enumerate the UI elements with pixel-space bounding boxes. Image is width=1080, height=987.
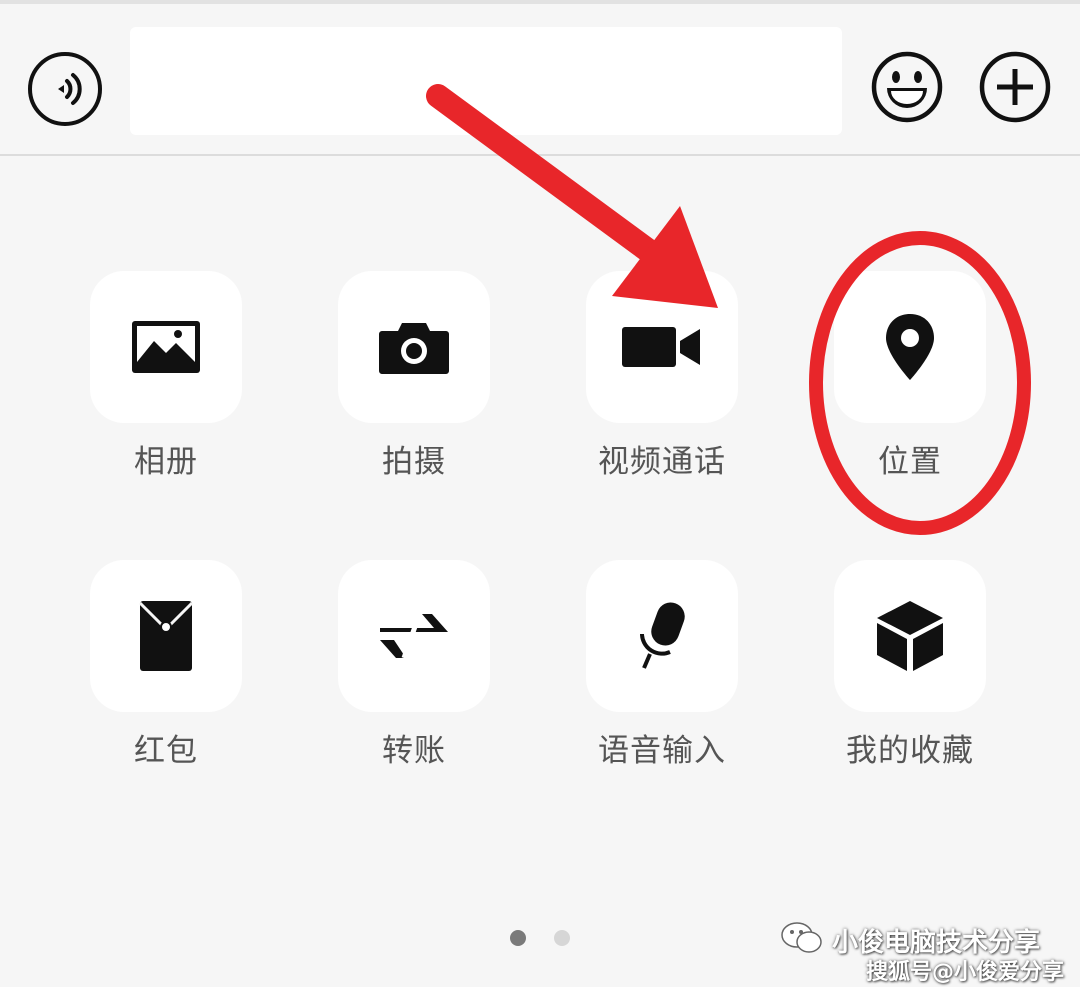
page-dot-2[interactable] [554,930,570,946]
video-call-icon [622,327,700,367]
red-envelope-label: 红包 [134,733,198,769]
favorites-label: 我的收藏 [846,733,974,769]
microphone-icon [640,602,685,669]
camera-button[interactable] [338,271,490,423]
camera-icon [379,323,449,374]
voice-input-label: 语音输入 [598,733,726,769]
favorites-button[interactable] [834,560,986,712]
video-call-label: 视频通话 [598,444,726,480]
transfer-label: 转账 [382,733,446,769]
emoji-icon [871,51,943,123]
more-functions-panel: 相册 拍摄 视频通话 位置 红包 转账 语音输入 我的收藏 [0,158,1080,987]
watermark-text-2: 搜狐号@小俊爱分享 [866,960,1065,985]
more-button[interactable] [978,50,1052,124]
wechat-icon [781,922,822,953]
location-label: 位置 [878,444,942,480]
photo-album-icon [132,321,200,373]
transfer-button[interactable] [338,560,490,712]
plus-icon [979,51,1051,123]
voice-button[interactable] [28,52,102,126]
video-call-button[interactable] [586,271,738,423]
red-envelope-icon [138,601,194,671]
page-dot-1[interactable] [510,930,526,946]
voice-icon [58,73,82,105]
red-envelope-button[interactable] [90,560,242,712]
location-pin-icon [886,314,934,380]
voice-input-button[interactable] [586,560,738,712]
location-button[interactable] [834,271,986,423]
photo-album-label: 相册 [134,444,198,480]
transfer-icon [380,614,448,659]
watermark: 小俊电脑技术分享 搜狐号@小俊爱分享 [780,918,1070,985]
photo-album-button[interactable] [90,271,242,423]
favorites-cube-icon [877,601,943,671]
chat-input-bar [0,4,1080,156]
message-input[interactable] [130,27,842,135]
emoji-button[interactable] [870,50,944,124]
camera-label: 拍摄 [382,444,446,480]
